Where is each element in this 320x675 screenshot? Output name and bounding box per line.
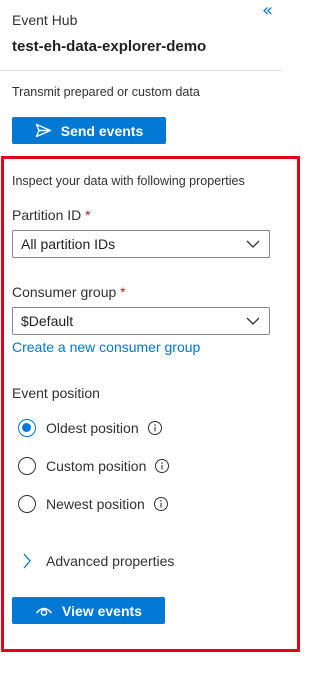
radio-oldest-position[interactable]: Oldest position (18, 419, 163, 437)
consumer-group-dropdown[interactable]: $Default (12, 307, 270, 335)
partition-id-dropdown[interactable]: All partition IDs (12, 230, 270, 258)
radio-label: Oldest position (46, 420, 139, 436)
advanced-properties-toggle[interactable]: Advanced properties (22, 552, 174, 570)
event-position-label: Event position (12, 385, 100, 401)
send-description: Transmit prepared or custom data (12, 85, 200, 99)
collapse-panel-icon[interactable]: « (262, 0, 273, 22)
consumer-group-label: Consumer group * (12, 284, 126, 300)
partition-id-value: All partition IDs (21, 236, 116, 252)
radio-label: Custom position (46, 458, 147, 474)
resource-type-label: Event Hub (12, 12, 78, 28)
partition-id-label-text: Partition ID (12, 207, 82, 223)
chevron-down-icon (245, 237, 261, 254)
chevron-right-icon (22, 552, 32, 570)
required-mark: * (120, 284, 126, 300)
info-icon[interactable] (147, 420, 163, 436)
radio-label: Newest position (46, 496, 145, 512)
header-divider (0, 70, 282, 71)
eye-icon (35, 605, 53, 617)
required-mark: * (85, 207, 91, 223)
radio-button[interactable] (18, 495, 36, 513)
resource-name-title: test-eh-data-explorer-demo (12, 38, 207, 55)
view-events-button[interactable]: View events (12, 597, 165, 624)
create-consumer-group-link[interactable]: Create a new consumer group (12, 339, 200, 355)
info-icon[interactable] (153, 496, 169, 512)
inspect-description: Inspect your data with following propert… (12, 174, 245, 188)
consumer-group-value: $Default (21, 313, 74, 329)
radio-newest-position[interactable]: Newest position (18, 495, 169, 513)
view-events-label: View events (62, 602, 142, 619)
send-icon (35, 123, 52, 138)
info-icon[interactable] (154, 458, 170, 474)
send-events-button[interactable]: Send events (12, 117, 166, 144)
consumer-group-label-text: Consumer group (12, 284, 117, 300)
radio-button[interactable] (18, 419, 36, 437)
advanced-properties-label: Advanced properties (46, 553, 175, 569)
send-events-label: Send events (60, 122, 144, 139)
radio-custom-position[interactable]: Custom position (18, 457, 170, 475)
chevron-down-icon (245, 314, 261, 331)
partition-id-label: Partition ID * (12, 207, 91, 223)
radio-button[interactable] (18, 457, 36, 475)
